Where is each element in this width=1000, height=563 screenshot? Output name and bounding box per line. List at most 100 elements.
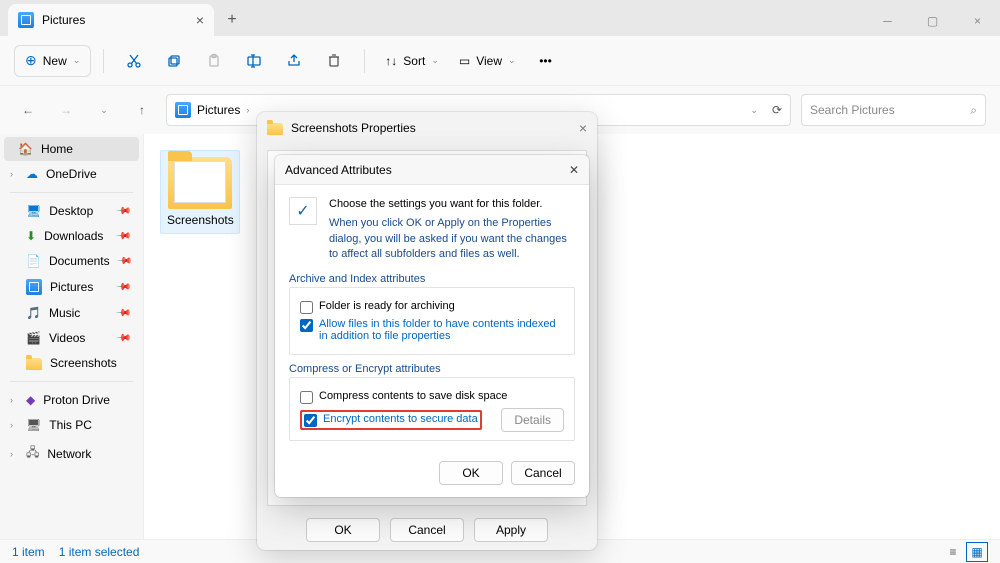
sidebar-item-thispc[interactable]: › 🖥 This PC — [4, 413, 139, 437]
maximize-button[interactable]: ▢ — [910, 6, 955, 36]
folder-screenshots[interactable]: Screenshots — [160, 150, 240, 234]
checkbox-archive-input[interactable] — [300, 301, 313, 314]
sort-button[interactable]: ↑↓ Sort ⌄ — [377, 54, 447, 68]
checkbox-encrypt[interactable]: Encrypt contents to secure data — [304, 413, 478, 427]
new-tab-button[interactable]: + — [214, 4, 250, 36]
sidebar-item-home[interactable]: 🏠 Home — [4, 137, 139, 161]
view-label: View — [476, 54, 502, 68]
expand-icon[interactable]: › — [10, 395, 13, 405]
recent-button[interactable]: ⌄ — [90, 96, 118, 124]
checkbox-archive[interactable]: Folder is ready for archiving — [300, 300, 564, 314]
search-box[interactable]: ⌕ — [801, 94, 986, 126]
properties-cancel-button[interactable]: Cancel — [390, 518, 464, 542]
minimize-button[interactable]: ─ — [865, 6, 910, 36]
tab-close-icon[interactable]: × — [196, 12, 204, 28]
checkbox-index-input[interactable] — [300, 319, 313, 332]
sidebar-label: Screenshots — [50, 356, 117, 370]
group-compress: Compress contents to save disk space Enc… — [289, 377, 575, 441]
delete-button[interactable] — [316, 44, 352, 78]
sidebar-item-proton[interactable]: › ◆ Proton Drive — [4, 388, 139, 412]
view-button[interactable]: ▭ View ⌄ — [451, 54, 524, 68]
chevron-right-icon: › — [246, 105, 249, 115]
paste-button[interactable] — [196, 44, 232, 78]
checkbox-compress-label: Compress contents to save disk space — [319, 390, 507, 402]
sidebar-item-desktop[interactable]: 🖥 Desktop 📌 — [4, 199, 139, 223]
forward-button[interactable]: → — [52, 96, 80, 124]
close-icon[interactable]: ✕ — [569, 163, 579, 177]
chevron-down-icon: ⌄ — [508, 55, 516, 66]
sidebar-item-onedrive[interactable]: › ☁ OneDrive — [4, 162, 139, 186]
search-icon: ⌕ — [970, 103, 977, 118]
tab-pictures[interactable]: Pictures × — [8, 4, 214, 36]
toolbar: ⊕ New ⌄ ↑↓ Sort ⌄ ▭ View ⌄ ••• — [0, 36, 1000, 86]
checkbox-compress-input[interactable] — [300, 391, 313, 404]
expand-icon[interactable]: › — [10, 449, 13, 459]
pin-icon: 📌 — [114, 305, 131, 322]
more-button[interactable]: ••• — [528, 44, 564, 78]
sidebar-item-pictures[interactable]: Pictures 📌 — [4, 274, 139, 300]
checkbox-encrypt-input[interactable] — [304, 414, 317, 427]
breadcrumb-pictures[interactable]: Pictures — [197, 103, 240, 117]
documents-icon: 📄 — [26, 254, 41, 268]
pin-icon: 📌 — [114, 279, 131, 296]
close-icon[interactable]: × — [579, 120, 587, 136]
desktop-icon: 🖥 — [26, 204, 41, 218]
expand-icon[interactable]: › — [10, 420, 13, 430]
chevron-down-icon: ⌄ — [73, 55, 81, 66]
sidebar-item-network[interactable]: › 🖧 Network — [4, 438, 139, 469]
checkbox-index-label: Allow files in this folder to have conte… — [319, 318, 564, 342]
checkbox-index[interactable]: Allow files in this folder to have conte… — [300, 318, 564, 342]
details-view-button[interactable]: ≡ — [942, 542, 964, 562]
sidebar-label: Downloads — [44, 229, 103, 243]
pictures-icon — [26, 279, 42, 295]
sort-label: Sort — [403, 54, 425, 68]
chevron-down-icon: ⌄ — [431, 55, 439, 66]
advanced-cancel-button[interactable]: Cancel — [511, 461, 575, 485]
folder-icon — [168, 157, 232, 209]
expand-icon[interactable]: › — [10, 169, 13, 179]
rename-button[interactable] — [236, 44, 272, 78]
sidebar-label: Documents — [49, 254, 110, 268]
sidebar-item-music[interactable]: 🎵 Music 📌 — [4, 301, 139, 325]
sidebar-item-screenshots[interactable]: Screenshots — [4, 351, 139, 375]
checkbox-archive-label: Folder is ready for archiving — [319, 300, 455, 312]
intro-text-2: When you click OK or Apply on the Proper… — [329, 216, 575, 262]
refresh-button[interactable]: ⟳ — [772, 103, 782, 117]
sidebar-label: This PC — [49, 418, 92, 432]
share-button[interactable] — [276, 44, 312, 78]
sidebar-label: Home — [41, 142, 73, 156]
folder-icon — [267, 123, 283, 135]
chevron-down-icon[interactable]: ⌄ — [750, 105, 758, 116]
sidebar-item-documents[interactable]: 📄 Documents 📌 — [4, 249, 139, 273]
sidebar-label: Desktop — [49, 204, 93, 218]
sidebar-label: Proton Drive — [43, 393, 110, 407]
back-button[interactable]: ← — [14, 96, 42, 124]
properties-titlebar[interactable]: Screenshots Properties × — [257, 112, 597, 144]
status-count: 1 item — [12, 545, 45, 559]
sidebar-label: OneDrive — [46, 167, 97, 181]
sidebar-item-videos[interactable]: 🎬 Videos 📌 — [4, 326, 139, 350]
up-button[interactable]: ↑ — [128, 96, 156, 124]
close-button[interactable]: × — [955, 6, 1000, 36]
titlebar: Pictures × + ─ ▢ × — [0, 0, 1000, 36]
status-selected: 1 item selected — [59, 545, 140, 559]
group-compress-label: Compress or Encrypt attributes — [289, 363, 575, 375]
advanced-ok-button[interactable]: OK — [439, 461, 503, 485]
cut-button[interactable] — [116, 44, 152, 78]
properties-title: Screenshots Properties — [291, 121, 416, 135]
search-input[interactable] — [810, 103, 970, 117]
new-button[interactable]: ⊕ New ⌄ — [14, 45, 91, 77]
pictures-icon — [18, 12, 34, 28]
folder-label: Screenshots — [167, 213, 233, 227]
sidebar-item-downloads[interactable]: ⬇ Downloads 📌 — [4, 224, 139, 248]
sidebar-label: Pictures — [50, 280, 93, 294]
details-button[interactable]: Details — [501, 408, 564, 432]
copy-button[interactable] — [156, 44, 192, 78]
checkbox-compress[interactable]: Compress contents to save disk space — [300, 390, 564, 404]
advanced-titlebar[interactable]: Advanced Attributes ✕ — [275, 155, 589, 185]
sidebar: 🏠 Home › ☁ OneDrive 🖥 Desktop 📌 ⬇ Downlo… — [0, 134, 144, 539]
properties-apply-button[interactable]: Apply — [474, 518, 548, 542]
properties-ok-button[interactable]: OK — [306, 518, 380, 542]
pin-icon: 📌 — [114, 330, 131, 347]
icons-view-button[interactable]: ▦ — [966, 542, 988, 562]
